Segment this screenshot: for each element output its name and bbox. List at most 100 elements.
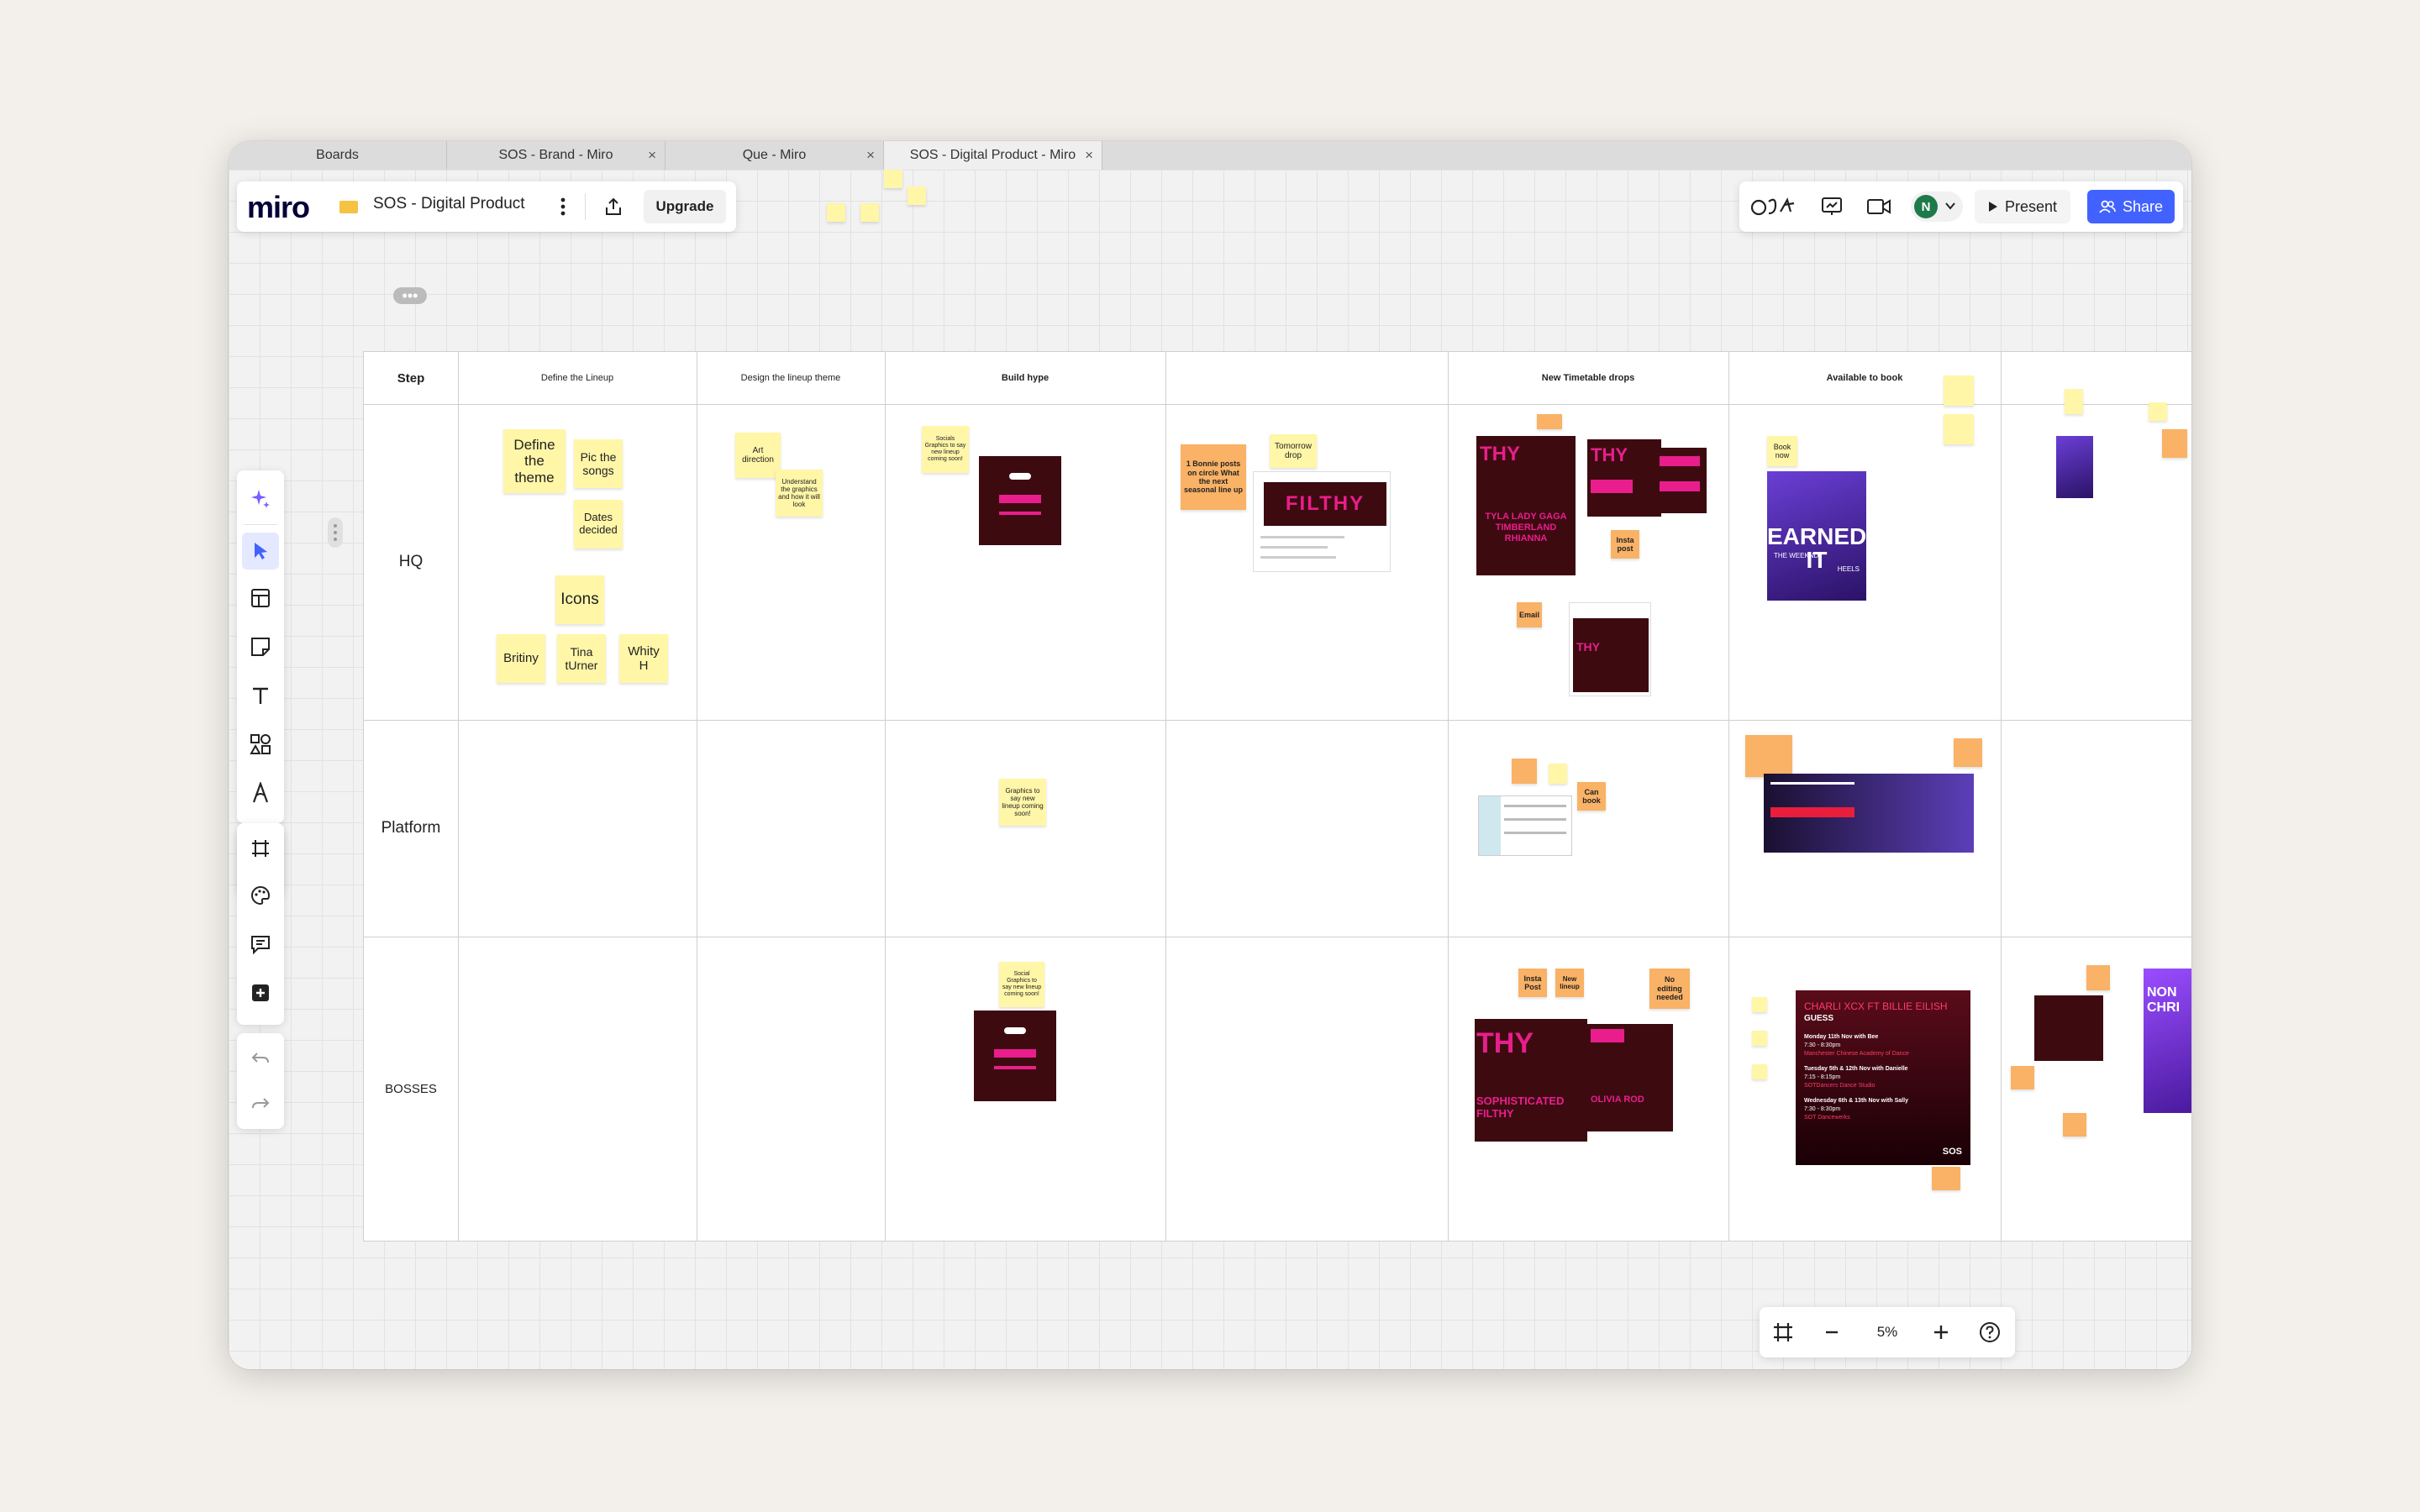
sticky-understand-graphics[interactable]: Understand the graphics and how it will … — [776, 470, 823, 517]
shapes-icon[interactable] — [242, 726, 279, 763]
zoom-out-icon[interactable] — [1818, 1319, 1845, 1346]
tab-boards[interactable]: Boards — [229, 141, 447, 170]
undo-icon[interactable] — [242, 1040, 279, 1077]
board-name[interactable]: SOS - Digital Product — [373, 195, 525, 213]
collaborators-menu[interactable]: N — [1911, 192, 1963, 222]
frame-icon[interactable] — [242, 830, 279, 867]
dance-photo[interactable] — [2056, 436, 2093, 498]
close-icon[interactable]: × — [648, 147, 656, 164]
small-sticky[interactable] — [2065, 389, 2083, 414]
sticky-no-editing[interactable]: No editing needed — [1649, 969, 1690, 1009]
small-orange-sticky[interactable] — [1932, 1167, 1960, 1190]
small-orange-sticky[interactable] — [1954, 738, 1982, 767]
tab-sos-brand[interactable]: SOS - Brand - Miro × — [447, 141, 666, 170]
lineup-poster-image[interactable] — [979, 456, 1061, 545]
zoom-level[interactable]: 5% — [1857, 1319, 1918, 1346]
more-options-icon[interactable] — [555, 192, 571, 221]
redo-icon[interactable] — [242, 1085, 279, 1122]
tiny-sticky[interactable] — [827, 203, 845, 222]
reactions-icon[interactable] — [1749, 193, 1800, 220]
bosses-lineup-poster[interactable] — [974, 1011, 1056, 1101]
sticky-new-lineup[interactable]: New lineup — [1555, 969, 1584, 997]
tiny-sticky[interactable] — [908, 186, 926, 205]
zoom-in-icon[interactable] — [1928, 1319, 1954, 1346]
non-chri-poster[interactable]: NON CHRI — [2144, 969, 2191, 1113]
small-sticky[interactable] — [2149, 402, 2167, 421]
fit-frame-icon[interactable] — [1770, 1319, 1797, 1346]
presentation-icon[interactable] — [1818, 193, 1845, 220]
export-icon[interactable] — [600, 193, 627, 220]
small-sticky[interactable] — [1549, 764, 1567, 784]
video-icon[interactable] — [1865, 193, 1892, 220]
sticky-icons[interactable]: Icons — [555, 575, 604, 624]
present-button[interactable]: Present — [1975, 190, 2070, 223]
small-orange-sticky[interactable] — [2162, 429, 2187, 458]
avatar[interactable]: N — [1914, 195, 1938, 218]
poster-thumbnail[interactable] — [2034, 995, 2103, 1061]
help-icon[interactable] — [1976, 1319, 2003, 1346]
small-orange-sticky[interactable] — [1537, 414, 1562, 429]
templates-icon[interactable] — [242, 580, 279, 617]
booking-page-screenshot[interactable] — [1478, 795, 1572, 856]
toolbar-drag-handle[interactable] — [328, 517, 343, 548]
small-orange-sticky[interactable] — [2063, 1113, 2086, 1137]
timetable-image[interactable] — [1655, 448, 1707, 513]
small-orange-sticky[interactable] — [2011, 1066, 2034, 1089]
close-icon[interactable]: × — [1085, 147, 1093, 164]
sticky-tina-turner[interactable]: Tina tUrner — [557, 634, 606, 683]
select-cursor-icon[interactable] — [242, 533, 279, 570]
small-sticky[interactable] — [1944, 414, 1974, 444]
pen-icon[interactable] — [242, 774, 279, 811]
tyla-lineup-poster[interactable]: THY TYLA LADY GAGA TIMBERLAND RHIANNA — [1476, 436, 1576, 575]
sticky-art-direction[interactable]: Art direction — [735, 433, 781, 478]
sticky-bosses-social[interactable]: Social Graphics to say new lineup coming… — [999, 962, 1044, 1007]
plus-square-icon[interactable] — [242, 974, 279, 1011]
sticky-britiny[interactable]: Britiny — [497, 634, 545, 683]
sticky-dates-decided[interactable]: Dates decided — [574, 500, 623, 549]
timetable-image[interactable]: THY — [1587, 439, 1661, 517]
charli-xcx-event-poster[interactable]: CHARLI XCX FT BILLIE EILISH GUESS Monday… — [1796, 990, 1970, 1165]
sticky-whity[interactable]: Whity H — [619, 634, 668, 683]
more-dots-icon[interactable]: ••• — [393, 287, 427, 304]
sticky-tomorrow-drop[interactable]: Tomorrow drop — [1270, 434, 1317, 468]
sticky-insta-post[interactable]: Insta post — [1611, 530, 1639, 559]
upgrade-button[interactable]: Upgrade — [644, 190, 726, 223]
olivia-poster[interactable]: OLIVIA ROD — [1587, 1024, 1673, 1131]
comment-icon[interactable] — [242, 926, 279, 963]
small-sticky[interactable] — [1944, 375, 1974, 406]
tab-sos-digital-product[interactable]: SOS - Digital Product - Miro × — [884, 141, 1102, 170]
social-post-screenshot[interactable]: FILTHY — [1253, 471, 1391, 572]
sticky-social-graphics[interactable]: Socials Graphics to say new lineup comin… — [922, 426, 969, 473]
tiny-sticky[interactable] — [884, 170, 902, 188]
sticky-pic-songs[interactable]: Pic the songs — [574, 439, 623, 488]
earned-it-poster[interactable]: EARNED IT THE WEEKND HEELS — [1767, 471, 1866, 601]
text-icon[interactable] — [242, 677, 279, 714]
sticky-can-book[interactable]: Can book — [1577, 782, 1606, 811]
sticky-bonnie-posts[interactable]: 1 Bonnie posts on circle What the next s… — [1181, 444, 1246, 510]
sticky-book-now[interactable]: Book now — [1767, 436, 1797, 466]
small-orange-sticky[interactable] — [2086, 965, 2110, 990]
board-canvas[interactable]: ••• Step Define the Lineup Design the li… — [229, 170, 2191, 1369]
small-orange-sticky[interactable] — [1745, 735, 1792, 777]
journey-table[interactable]: Step Define the Lineup Design the lineup… — [363, 351, 2191, 1242]
sticky-define-theme[interactable]: Define the theme — [503, 429, 566, 493]
bosses-filthy-poster[interactable]: THY SOPHISTICATED FILTHY — [1475, 1019, 1587, 1142]
ai-sparkle-icon[interactable] — [242, 480, 279, 517]
chevron-down-icon[interactable] — [1944, 200, 1956, 216]
small-sticky[interactable] — [1752, 997, 1767, 1012]
booking-banner-image[interactable] — [1764, 774, 1974, 853]
email-preview-image[interactable]: THY — [1569, 602, 1651, 696]
small-sticky[interactable] — [1752, 1031, 1767, 1046]
sticky-note-icon[interactable] — [242, 628, 279, 665]
miro-logo[interactable]: miro — [247, 190, 310, 225]
sticky-platform-graphics[interactable]: Graphics to say new lineup coming soon! — [999, 779, 1046, 826]
small-orange-sticky[interactable] — [1512, 759, 1537, 784]
tiny-sticky[interactable] — [860, 203, 879, 222]
share-button[interactable]: Share — [2087, 190, 2175, 223]
sticky-email[interactable]: Email — [1517, 602, 1542, 627]
sticky-insta-post-bosses[interactable]: Insta Post — [1518, 969, 1547, 997]
close-icon[interactable]: × — [866, 147, 875, 164]
small-sticky[interactable] — [1752, 1064, 1767, 1079]
palette-icon[interactable] — [242, 877, 279, 914]
tab-que[interactable]: Que - Miro × — [666, 141, 884, 170]
